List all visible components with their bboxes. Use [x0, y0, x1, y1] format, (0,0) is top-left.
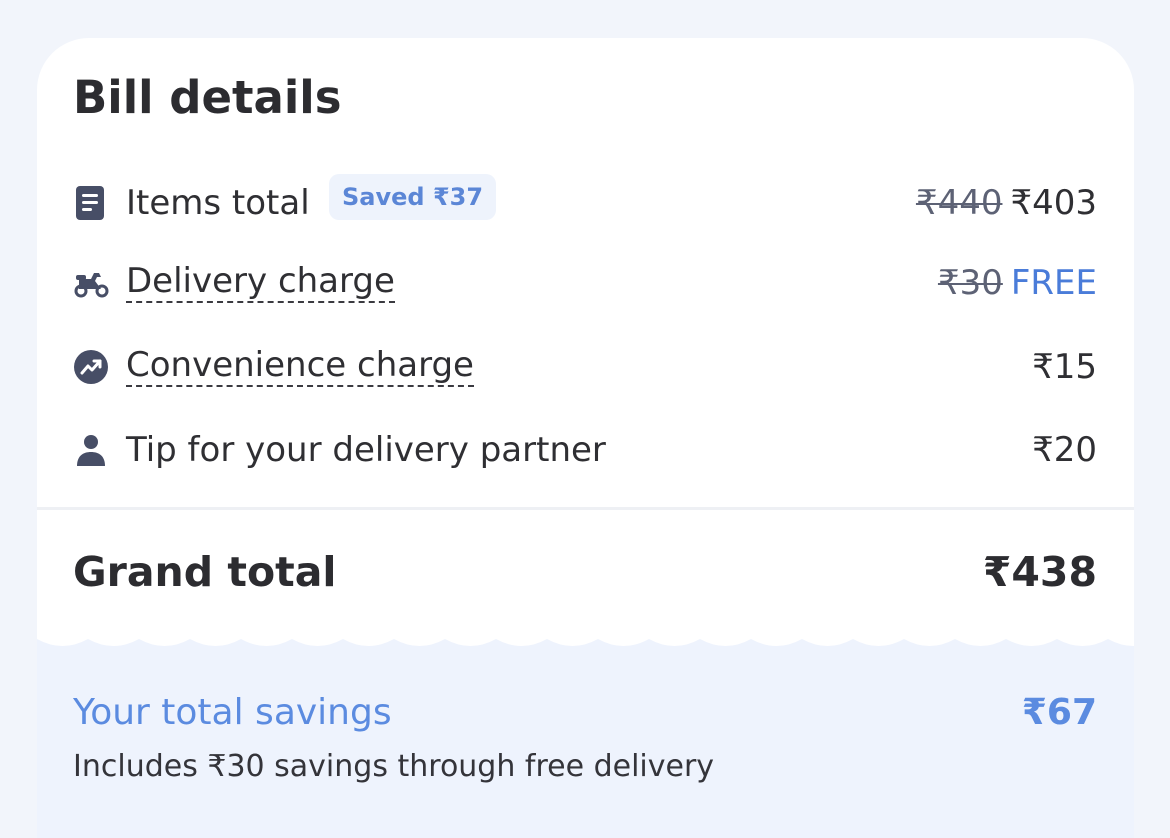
delivery-charge-amount: ₹30 FREE	[938, 261, 1097, 305]
grand-total-label: Grand total	[73, 548, 337, 596]
total-savings-amount: ₹67	[1021, 692, 1097, 733]
total-savings-label: Your total savings	[73, 692, 392, 733]
delivery-free: FREE	[1010, 263, 1097, 303]
tip-row: Tip for your delivery partner ₹20	[37, 420, 1134, 480]
convenience-charge-label[interactable]: Convenience charge	[126, 345, 474, 387]
scooter-icon	[73, 265, 109, 301]
wave-border	[37, 635, 1134, 646]
convenience-charge-row[interactable]: Convenience charge ₹15	[37, 337, 1134, 397]
bill-details-card: Bill details Items total Saved ₹37 ₹440 ₹…	[37, 38, 1134, 838]
savings-note: Includes ₹30 savings through free delive…	[73, 749, 715, 784]
items-total-amount: ₹440 ₹403	[916, 181, 1097, 225]
saved-badge: Saved ₹37	[329, 174, 497, 220]
receipt-icon	[73, 185, 109, 221]
divider	[37, 507, 1134, 510]
items-total-label: Items total	[126, 183, 310, 223]
convenience-charge-amount: ₹15	[1032, 347, 1097, 387]
delivery-original: ₹30	[937, 263, 1003, 303]
delivery-charge-label[interactable]: Delivery charge	[126, 261, 395, 303]
savings-section: Your total savings ₹67 Includes ₹30 savi…	[37, 635, 1134, 838]
tip-amount: ₹20	[1032, 430, 1097, 470]
items-total-original: ₹440	[915, 183, 1003, 223]
bill-details-title: Bill details	[73, 71, 342, 124]
grand-total-amount: ₹438	[982, 548, 1097, 596]
tip-label: Tip for your delivery partner	[126, 430, 606, 470]
items-total-value: ₹403	[1010, 183, 1097, 223]
delivery-charge-row[interactable]: Delivery charge ₹30 FREE	[37, 253, 1134, 313]
items-total-row: Items total Saved ₹37 ₹440 ₹403	[37, 173, 1134, 233]
person-icon	[73, 432, 109, 468]
trending-up-icon	[73, 349, 109, 385]
